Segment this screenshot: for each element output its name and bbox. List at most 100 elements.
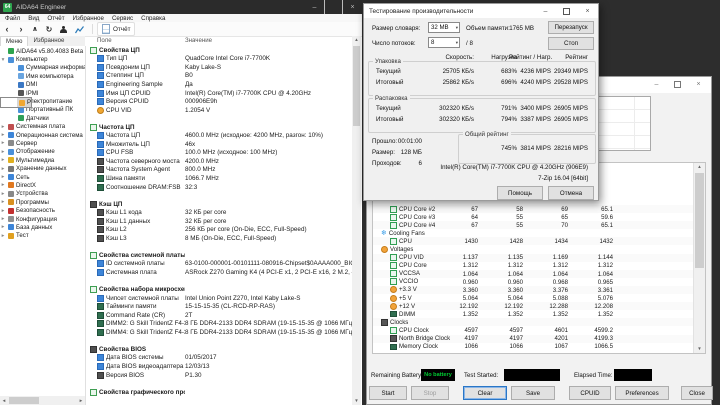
report-button[interactable]: Отчёт <box>97 22 136 36</box>
sidebar-item-computer[interactable]: ▾ Компьютер <box>0 55 85 63</box>
sidebar-item-directx[interactable]: ▸ DirectX <box>0 181 85 189</box>
sidebar-item-programs[interactable]: ▸ Программы <box>0 198 85 206</box>
cancel-button[interactable]: Отмена <box>548 186 594 200</box>
menu-item[interactable]: Вид <box>28 15 39 22</box>
tree-root-item[interactable]: AIDA64 v5.80.4083 Beta <box>0 47 85 55</box>
sidebar-item-storage[interactable]: ▸ Хранение данных <box>0 164 85 172</box>
sensor-row[interactable]: CPU Clock 4597 4597 4601 4599.2 <box>373 326 694 334</box>
clear-button[interactable]: Clear <box>463 386 507 400</box>
grid-row[interactable]: Кэш L3 8 МБ (On-Die, ECC, Full-Speed) <box>86 234 352 243</box>
horizontal-scrollbar[interactable]: ◄ ► <box>0 396 85 405</box>
menu-item[interactable]: Файл <box>5 15 20 22</box>
sensor-row[interactable]: CPU VID 1.137 1.135 1.169 1.144 <box>373 253 694 262</box>
sidebar-item-database[interactable]: ▸ База данных <box>0 223 85 231</box>
tab-favorites[interactable]: Избранное <box>28 36 69 46</box>
forward-icon[interactable]: › <box>14 24 28 34</box>
sidebar-item-test[interactable]: ▸ Тест <box>0 232 85 240</box>
grid-row[interactable]: Частота ЦП 4600.0 MHz (исходное: 4200 MHz… <box>86 131 352 140</box>
user-icon[interactable] <box>60 25 67 33</box>
column-field[interactable]: Поле <box>97 37 112 44</box>
sensor-row[interactable]: CPU Core #4 67 55 70 65.1 <box>373 221 694 230</box>
grid-row[interactable]: Кэш L1 кода 32 КБ per core <box>86 208 352 217</box>
tab-menu[interactable]: Меню <box>0 36 29 46</box>
minimize-button[interactable]: – <box>305 0 324 14</box>
close-button[interactable]: × <box>688 78 709 91</box>
grid-section-row[interactable]: Свойства системной платы <box>86 251 352 260</box>
scroll-up-icon[interactable]: ▲ <box>352 36 361 44</box>
sidebar-item-summary[interactable]: Суммарная информация <box>0 64 85 72</box>
grid-row[interactable]: Дата BIOS видеоадаптера 12/03/13 <box>86 362 352 371</box>
sidebar-item-os[interactable]: ▸ Операционная система <box>0 131 85 139</box>
sidebar-item-server[interactable]: ▸ Сервер <box>0 139 85 147</box>
help-button[interactable]: Помощь <box>497 186 543 200</box>
up-icon[interactable]: ∧ <box>28 25 42 33</box>
grid-row[interactable]: Чипсет системной платы Intel Union Point … <box>86 294 352 303</box>
sensor-section-row[interactable]: ❄ Cooling Fans <box>373 229 694 237</box>
grid-row[interactable]: Engineering Sample Да <box>86 80 352 89</box>
sensor-row[interactable]: Memory Clock 1066 1066 1067 1066.5 <box>373 343 694 351</box>
column-value[interactable]: Значение <box>185 37 212 44</box>
grid-row[interactable]: DIMM4: G Skill TridentZ F4-3... 8 ГБ DDR4… <box>86 328 352 337</box>
vertical-scrollbar[interactable]: ▲ ▼ <box>352 36 361 405</box>
chart-icon[interactable] <box>75 25 84 34</box>
threads-select[interactable]: 8 ▾ <box>428 37 460 48</box>
menu-item[interactable]: Сервис <box>112 15 133 22</box>
scrollbar-thumb[interactable] <box>695 173 704 268</box>
sensor-row[interactable]: +5 V 5.064 5.064 5.088 5.076 <box>373 294 694 302</box>
menu-item[interactable]: Справка <box>141 15 165 22</box>
sensor-row[interactable]: CPU Core 1.312 1.312 1.312 1.312 <box>373 262 694 270</box>
grid-row[interactable]: Дата BIOS системы 01/05/2017 <box>86 354 352 363</box>
sidebar-item-config[interactable]: ▸ Конфигурация <box>0 215 85 223</box>
start-button[interactable]: Start <box>369 386 407 400</box>
sensor-row[interactable]: CPU Core #3 64 55 65 59.6 <box>373 213 694 221</box>
sensor-row[interactable]: VCCSA 1.064 1.064 1.064 1.064 <box>373 269 694 278</box>
grid-section-row[interactable]: Свойства графического проц... <box>86 388 352 397</box>
minimize-button[interactable]: – <box>535 4 556 18</box>
sensor-section-row[interactable]: Voltages <box>373 245 694 254</box>
sidebar-item-name[interactable]: Имя компьютера <box>0 72 85 80</box>
grid-row[interactable]: Шина памяти 1066.7 MHz <box>86 174 352 183</box>
sensor-row[interactable]: VCCIO 0.960 0.960 0.968 0.965 <box>373 278 694 286</box>
scroll-left-icon[interactable]: ◄ <box>0 396 8 405</box>
sidebar-item-sensors[interactable]: Датчики <box>0 114 85 122</box>
sensor-row[interactable]: CPU 1430 1428 1434 1432 <box>373 237 694 246</box>
back-icon[interactable]: ‹ <box>0 24 14 34</box>
grid-row[interactable]: CPU FSB 100.0 MHz (исходное: 100 MHz) <box>86 149 352 158</box>
minimize-button[interactable]: – <box>646 78 667 91</box>
grid-row[interactable]: DIMM2: G Skill TridentZ F4-3... 8 ГБ DDR4… <box>86 320 352 329</box>
menu-item[interactable]: Избранное <box>73 15 104 22</box>
grid-row[interactable]: Версия CPUID 000906E9h <box>86 97 352 106</box>
sidebar-item-motherboard[interactable]: ▸ Системная плата <box>0 123 85 131</box>
scroll-right-icon[interactable]: ► <box>77 396 85 405</box>
sidebar-item-devices[interactable]: ▸ Устройства <box>0 190 85 198</box>
scrollbar-thumb[interactable] <box>9 397 39 404</box>
maximize-button[interactable] <box>556 4 577 18</box>
grid-row[interactable]: Множитель ЦП 46x <box>86 140 352 149</box>
grid-section-row[interactable]: Свойства ЦП <box>86 46 352 55</box>
grid-row[interactable]: Тайминги памяти 15-15-15-35 (CL-RCD-RP-RA… <box>86 302 352 311</box>
stop-button[interactable]: Стоп <box>548 37 594 50</box>
grid-row[interactable]: Имя ЦП CPUID Intel(R) Core(TM) i7-7700K C… <box>86 89 352 98</box>
close-button[interactable]: × <box>343 0 362 14</box>
grid-row[interactable]: Системная плата ASRock Z270 Gaming K4 (4 … <box>86 268 352 277</box>
sidebar-item-security[interactable]: ▸ Безопасность <box>0 206 85 214</box>
grid-section-row[interactable]: Кэш ЦП <box>86 200 352 209</box>
grid-section-row[interactable]: Свойства BIOS <box>86 345 352 354</box>
scroll-down-icon[interactable]: ▼ <box>352 397 361 405</box>
sidebar-item-display[interactable]: ▸ Отображение <box>0 148 85 156</box>
maximize-button[interactable] <box>324 0 343 15</box>
sensor-row[interactable]: North Bridge Clock 4197 4197 4201 4199.3 <box>373 334 694 343</box>
sensor-row[interactable]: DIMM 1.352 1.352 1.352 1.352 <box>373 310 694 318</box>
cpuid-button[interactable]: CPUID <box>569 386 611 400</box>
refresh-icon[interactable]: ↻ <box>42 25 56 34</box>
grid-row[interactable]: Кэш L1 данных 32 КБ per core <box>86 217 352 226</box>
grid-row[interactable]: Частота System Agent 800.0 MHz <box>86 166 352 175</box>
grid-row[interactable]: Command Rate (CR) 2T <box>86 311 352 320</box>
grid-row[interactable]: Псевдоним ЦП Kaby Lake-S <box>86 63 352 72</box>
grid-row[interactable]: Соотношение DRAM:FSB 32:3 <box>86 183 352 192</box>
sensor-row[interactable]: CPU Core #2 67 58 69 65.1 <box>373 205 694 214</box>
close-button[interactable]: Close <box>681 386 713 400</box>
grid-row[interactable]: ID системной платы 63-0100-000001-0010111… <box>86 260 352 269</box>
restart-button[interactable]: Перезапуск <box>548 21 594 34</box>
dictionary-size-select[interactable]: 32 MB ▾ <box>428 22 460 33</box>
